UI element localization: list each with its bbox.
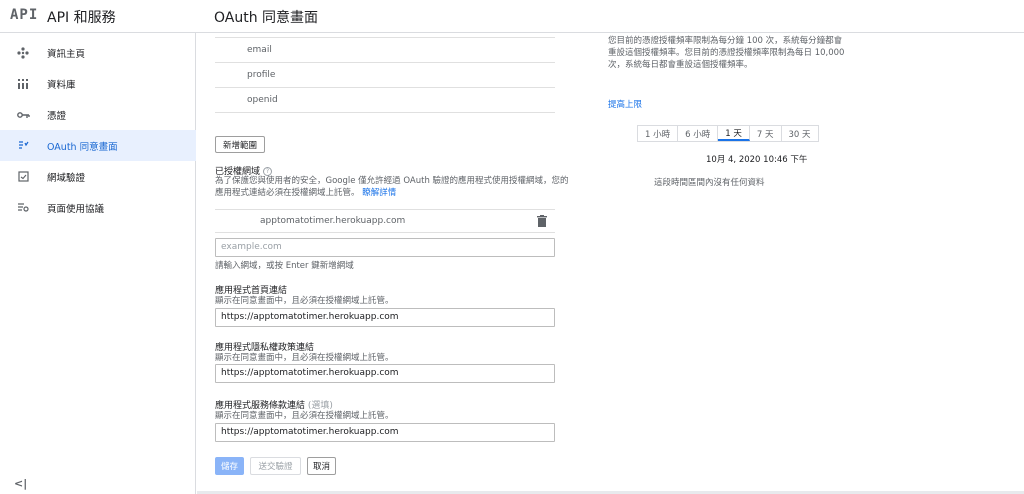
- main-content: email profile openid 新增範圍 已授權網域? 為了保護您與使…: [197, 33, 1024, 491]
- trash-icon[interactable]: [537, 215, 547, 227]
- sidebar-item-label: OAuth 同意畫面: [47, 141, 118, 153]
- sidebar-item-label: 憑證: [47, 110, 67, 122]
- privacy-input[interactable]: https://apptomatotimer.herokuapp.com: [215, 364, 555, 383]
- sidebar-item-label: 頁面使用協議: [47, 203, 105, 215]
- sidebar-item-label: 網域驗證: [47, 172, 86, 184]
- sidebar-item-credentials[interactable]: 憑證: [0, 99, 196, 130]
- api-logo: API: [10, 7, 39, 23]
- sidebar-item-page-usage[interactable]: 頁面使用協議: [0, 192, 196, 223]
- key-icon: [16, 108, 30, 122]
- list-item: openid: [215, 88, 555, 113]
- library-icon: [16, 77, 30, 91]
- sidebar-item-label: 資訊主頁: [47, 48, 86, 60]
- list-item: profile: [215, 63, 555, 88]
- tab-1-day[interactable]: 1 天: [718, 126, 750, 141]
- app-title[interactable]: API 和服務: [47, 7, 116, 27]
- date-label: 10月 4, 2020 10:46 下午: [706, 155, 808, 165]
- time-range-tabs: 1 小時 6 小時 1 天 7 天 30 天: [637, 125, 819, 142]
- sidebar: 資訊主頁 資料庫 憑證 OAuth 同意畫面 網域驗證 頁面使用協議: [0, 33, 196, 494]
- authorized-domains-description: 為了保護您與使用者的安全，Google 僅允許經過 OAuth 驗證的應用程式使…: [215, 176, 569, 198]
- tab-30-days[interactable]: 30 天: [782, 126, 818, 141]
- sidebar-item-label: 資料庫: [47, 79, 76, 91]
- learn-more-link[interactable]: 瞭解詳情: [362, 188, 396, 198]
- cancel-button[interactable]: 取消: [307, 457, 336, 475]
- raise-limit-link[interactable]: 提高上限: [608, 98, 642, 110]
- domain-verify-icon: [16, 170, 30, 184]
- page-title: OAuth 同意畫面: [214, 10, 319, 26]
- quota-info: 您目前的憑證授權頻率限制為每分鐘 100 次，系統每分鐘都會重設這個授權頻率。您…: [608, 36, 845, 70]
- sidebar-item-domain-verification[interactable]: 網域驗證: [0, 161, 196, 192]
- add-scope-button[interactable]: 新增範圍: [215, 136, 265, 153]
- collapse-sidebar-icon[interactable]: <|: [14, 477, 27, 490]
- homepage-hint: 顯示在同意畫面中，且必須在授權網域上託管。: [215, 296, 394, 306]
- sidebar-item-dashboard[interactable]: 資訊主頁: [0, 37, 196, 68]
- sidebar-item-library[interactable]: 資料庫: [0, 68, 196, 99]
- no-data-message: 這段時間區間內沒有任何資料: [654, 178, 765, 188]
- tos-hint: 顯示在同意畫面中，且必須在授權網域上託管。: [215, 411, 394, 421]
- save-button[interactable]: 儲存: [215, 457, 244, 475]
- privacy-hint: 顯示在同意畫面中，且必須在授權網域上託管。: [215, 353, 394, 363]
- settings-icon: [16, 201, 30, 215]
- domain-input[interactable]: example.com: [215, 238, 555, 257]
- consent-icon: [16, 139, 30, 153]
- sidebar-item-oauth-consent[interactable]: OAuth 同意畫面: [0, 130, 196, 161]
- domain-value: apptomatotimer.herokuapp.com: [260, 216, 406, 226]
- top-bar: API API 和服務 OAuth 同意畫面: [0, 0, 1024, 33]
- domain-input-hint: 請輸入網域，或按 Enter 鍵新增網域: [215, 261, 354, 271]
- domain-row: apptomatotimer.herokuapp.com: [215, 209, 555, 233]
- homepage-input[interactable]: https://apptomatotimer.herokuapp.com: [215, 308, 555, 327]
- tab-1-hour[interactable]: 1 小時: [638, 126, 679, 141]
- tab-6-hours[interactable]: 6 小時: [678, 126, 719, 141]
- tab-7-days[interactable]: 7 天: [750, 126, 782, 141]
- list-item: email: [215, 38, 555, 63]
- tos-input[interactable]: https://apptomatotimer.herokuapp.com: [215, 423, 555, 442]
- dashboard-icon: [16, 46, 30, 60]
- submit-verification-button[interactable]: 送交驗證: [250, 457, 301, 475]
